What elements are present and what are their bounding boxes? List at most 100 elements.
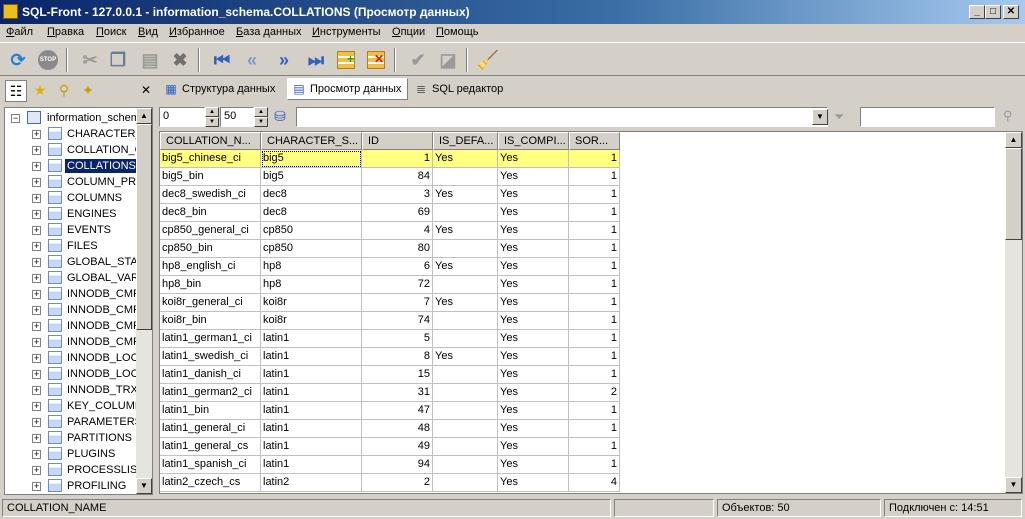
- grid-cell[interactable]: 1: [362, 150, 433, 168]
- grid-cell[interactable]: [433, 438, 498, 456]
- grid-cell[interactable]: Yes: [498, 186, 569, 204]
- menu-edit[interactable]: Правка: [47, 26, 84, 38]
- first-record-icon[interactable]: ⏮: [210, 48, 234, 72]
- grid-cell[interactable]: [433, 384, 498, 402]
- grid-cell[interactable]: Yes: [498, 366, 569, 384]
- grid-cell[interactable]: 48: [362, 420, 433, 438]
- grid-cell[interactable]: cp850: [261, 240, 362, 258]
- expand-icon[interactable]: +: [32, 178, 41, 187]
- grid-cell[interactable]: 74: [362, 312, 433, 330]
- expand-icon[interactable]: +: [32, 418, 41, 427]
- tree-item[interactable]: + PROFILING: [5, 478, 135, 494]
- expand-icon[interactable]: +: [32, 306, 41, 315]
- grid-cell[interactable]: latin1_general_ci: [160, 420, 261, 438]
- grid-cell[interactable]: 6: [362, 258, 433, 276]
- grid-cell[interactable]: latin1: [261, 402, 362, 420]
- grid-cell[interactable]: latin1: [261, 366, 362, 384]
- tree-item[interactable]: +INNODB_LOCK_WAITS: [5, 350, 152, 366]
- tree-item[interactable]: + COLLATIONS: [5, 158, 139, 174]
- offset-input[interactable]: 0: [159, 107, 205, 127]
- grid-cell[interactable]: Yes: [433, 258, 498, 276]
- tree-item[interactable]: + INNODB_TRX: [5, 382, 138, 398]
- grid-cell[interactable]: [433, 204, 498, 222]
- grid-cell[interactable]: koi8r_general_ci: [160, 294, 261, 312]
- tree-item[interactable]: + PARTITIONS: [5, 430, 135, 446]
- grid-cell[interactable]: hp8_english_ci: [160, 258, 261, 276]
- expand-icon[interactable]: +: [32, 162, 41, 171]
- menu-tools[interactable]: Инструменты: [312, 26, 381, 38]
- grid-cell[interactable]: 84: [362, 168, 433, 186]
- grid-cell[interactable]: 80: [362, 240, 433, 258]
- maximize-button[interactable]: □: [985, 5, 1001, 19]
- menu-favorites[interactable]: Избранное: [169, 26, 225, 38]
- grid-cell[interactable]: 2: [569, 384, 620, 402]
- grid-cell[interactable]: Yes: [498, 402, 569, 420]
- scroll-down-icon[interactable]: ▼: [136, 478, 152, 494]
- expand-icon[interactable]: +: [32, 370, 41, 379]
- minimize-button[interactable]: _: [969, 5, 985, 19]
- grid-cell[interactable]: 5: [362, 330, 433, 348]
- grid-cell[interactable]: 1: [569, 168, 620, 186]
- grid-cell[interactable]: 69: [362, 204, 433, 222]
- history-icon[interactable]: ⚲: [54, 80, 74, 100]
- scroll-down-icon[interactable]: ▼: [1005, 477, 1022, 493]
- delete-record-icon[interactable]: ✕: [364, 48, 388, 72]
- grid-cell[interactable]: 49: [362, 438, 433, 456]
- grid-cell[interactable]: latin1_bin: [160, 402, 261, 420]
- grid-cell[interactable]: Yes: [498, 312, 569, 330]
- expand-icon[interactable]: +: [32, 146, 41, 155]
- delete-icon[interactable]: ✖: [168, 48, 192, 72]
- grid-cell[interactable]: big5_bin: [160, 168, 261, 186]
- grid-cell[interactable]: 31: [362, 384, 433, 402]
- expand-icon[interactable]: +: [32, 130, 41, 139]
- grid-cell[interactable]: 3: [362, 186, 433, 204]
- grid-cell[interactable]: [433, 420, 498, 438]
- tree-item[interactable]: + PROCESSLIST: [5, 462, 144, 478]
- grid-cell[interactable]: 1: [569, 204, 620, 222]
- grid-cell[interactable]: Yes: [498, 222, 569, 240]
- quick-search-input[interactable]: [860, 107, 995, 127]
- grid-cell[interactable]: koi8r: [261, 294, 362, 312]
- expand-icon[interactable]: +: [32, 274, 41, 283]
- grid-cell[interactable]: [433, 240, 498, 258]
- cancel-edit-icon[interactable]: ◪: [436, 48, 460, 72]
- last-record-icon[interactable]: ⏭: [304, 48, 328, 72]
- grid-cell[interactable]: big5: [261, 168, 362, 186]
- tree-node-root[interactable]: − information_schema: [5, 110, 146, 126]
- grid-cell[interactable]: 1: [569, 402, 620, 420]
- column-header[interactable]: ID: [362, 132, 433, 150]
- grid-cell[interactable]: [433, 330, 498, 348]
- expand-icon[interactable]: +: [32, 258, 41, 267]
- tab-structure[interactable]: ▦ Структура данных: [160, 78, 284, 100]
- tree-item[interactable]: + FILES: [5, 238, 135, 254]
- grid-cell[interactable]: latin1_german2_ci: [160, 384, 261, 402]
- grid-cell[interactable]: Yes: [498, 348, 569, 366]
- tree-item[interactable]: +COLUMN_PRIVILEGES: [5, 174, 152, 190]
- tree-item[interactable]: + PARAMETERS: [5, 414, 142, 430]
- filter-dropdown-icon[interactable]: ▼: [812, 109, 828, 125]
- next-record-icon[interactable]: »: [272, 48, 296, 72]
- grid-cell[interactable]: 1: [569, 330, 620, 348]
- insert-record-icon[interactable]: +: [334, 48, 358, 72]
- title-bar[interactable]: SQL-Front - 127.0.0.1 - information_sche…: [0, 0, 1025, 24]
- grid-cell[interactable]: dec8_bin: [160, 204, 261, 222]
- grid-cell[interactable]: 1: [569, 420, 620, 438]
- grid-cell[interactable]: hp8: [261, 276, 362, 294]
- grid-cell[interactable]: dec8_swedish_ci: [160, 186, 261, 204]
- grid-cell[interactable]: Yes: [433, 186, 498, 204]
- expand-icon[interactable]: +: [32, 450, 41, 459]
- grid-cell[interactable]: Yes: [498, 204, 569, 222]
- database-tree[interactable]: − information_schema +CHARACTER_SETS+COL…: [4, 107, 153, 495]
- tree-item[interactable]: +GLOBAL_VARIABLES: [5, 270, 152, 286]
- menu-file[interactable]: Файл: [6, 26, 33, 38]
- offset-stepper[interactable]: ▲ ▼: [205, 107, 219, 127]
- tree-item[interactable]: +KEY_COLUMN_USAGE: [5, 398, 152, 414]
- grid-cell[interactable]: latin2_czech_cs: [160, 474, 261, 492]
- expand-icon[interactable]: +: [32, 290, 41, 299]
- grid-cell[interactable]: 1: [569, 294, 620, 312]
- grid-cell[interactable]: latin1_danish_ci: [160, 366, 261, 384]
- broom-icon[interactable]: 🧹: [476, 48, 500, 72]
- grid-cell[interactable]: 1: [569, 276, 620, 294]
- grid-cell[interactable]: Yes: [498, 330, 569, 348]
- tree-item[interactable]: +INNODB_CMPMEM_RESET: [5, 334, 152, 350]
